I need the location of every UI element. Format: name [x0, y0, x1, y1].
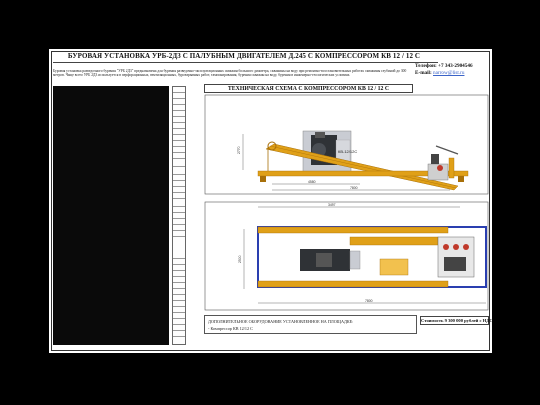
spec-table-cell: [173, 199, 185, 207]
dim-top-a: 4580: [308, 180, 316, 184]
email-label: E-mail:: [415, 70, 432, 76]
plan-mast: [349, 236, 439, 246]
phone-label: Телефон:: [415, 63, 437, 69]
plan-rail-bottom: [257, 280, 449, 288]
spec-table-cell: [173, 331, 185, 337]
dim-bottom-b: 7800: [365, 299, 373, 303]
additional-equipment-item: - Компрессор КВ 12/12 С: [208, 326, 253, 331]
compressor-label: КВ-12/12С: [338, 149, 357, 154]
dim-bottom-a: 3497: [328, 203, 336, 207]
hydraulic-valve: [431, 154, 439, 164]
document-title: БУРОВАЯ УСТАНОВКА УРБ-2Д3 С ПАЛУБНЫМ ДВИ…: [67, 52, 421, 60]
price-box: Стоимость 9 300 000 рублей с НДС: [420, 316, 493, 325]
contacts-block: Телефон: +7 343-2904546 E-mail: narrow@l…: [415, 63, 491, 77]
engine-top: [315, 132, 325, 138]
frame-leg-right: [458, 176, 464, 182]
dim-top-b: 7800: [350, 186, 358, 190]
frame-leg-left: [260, 176, 266, 182]
scheme-title: ТЕХНИЧЕСКАЯ СХЕМА С КОМПРЕССОРОМ КВ 12 /…: [204, 84, 413, 93]
plan-engine-head: [316, 253, 332, 267]
dim-side-h: 2770: [237, 146, 241, 154]
plan-view-drawing: 3497 2500 7800: [204, 201, 489, 311]
plan-valve-2: [453, 244, 459, 250]
title-divider: [53, 62, 438, 63]
spec-sheet: БУРОВАЯ УСТАНОВКА УРБ-2Д3 С ПАЛУБНЫМ ДВИ…: [49, 49, 493, 353]
spec-table-cell: [173, 159, 185, 167]
phone-line: Телефон: +7 343-2904546: [415, 63, 491, 70]
photo-placeholder: [53, 86, 169, 345]
email-link[interactable]: narrow@list.ru: [433, 70, 464, 76]
phone-value: +7 343-2904546: [438, 63, 473, 69]
spec-table-cell: [173, 167, 185, 175]
dim-side-w: 2500: [238, 255, 242, 263]
side-view-drawing: 2770 КВ-12/12С 4580 7800: [204, 94, 489, 195]
additional-equipment-title: ДОПОЛНИТЕЛЬНОЕ ОБОРУДОВАНИЕ УСТАНОВЛЕННО…: [208, 319, 354, 324]
plan-rail-top: [257, 226, 449, 234]
plan-hydraulic-block: [444, 257, 466, 271]
additional-equipment-box: ДОПОЛНИТЕЛЬНОЕ ОБОРУДОВАНИЕ УСТАНОВЛЕННО…: [204, 315, 417, 334]
plan-valve-1: [443, 244, 449, 250]
email-line: E-mail: narrow@list.ru: [415, 70, 491, 77]
rotator-indicator: [437, 165, 443, 171]
plan-tank: [379, 258, 409, 276]
drill-guide: [448, 157, 455, 179]
plan-valve-3: [463, 244, 469, 250]
description-text: Буровая установка разведочного бурения "…: [53, 69, 407, 78]
spec-table-column: [172, 86, 186, 345]
spec-table-cell: [173, 237, 185, 259]
plan-compressor: [349, 250, 361, 270]
